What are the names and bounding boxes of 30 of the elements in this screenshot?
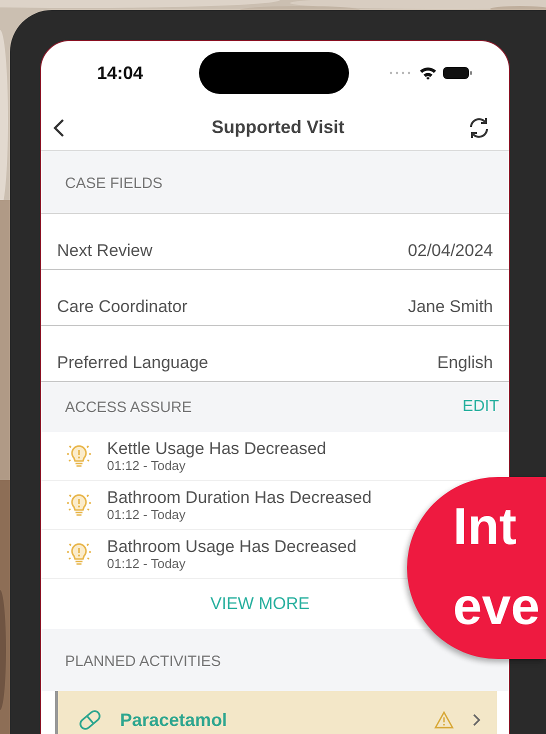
- promo-text: Int: [453, 497, 517, 558]
- field-value: Jane Smith: [408, 297, 493, 317]
- field-value: English: [437, 353, 493, 373]
- activity-name: Paracetamol: [120, 710, 228, 730]
- status-time: 14:04: [97, 62, 144, 84]
- alert-title: Bathroom Usage Has Decreased: [107, 537, 356, 556]
- section-header: ACCESS ASSURE: [65, 398, 192, 416]
- alert-time: 01:12 - Today: [107, 556, 187, 571]
- wifi-icon: [419, 66, 437, 80]
- field-value: 02/04/2024: [408, 241, 493, 261]
- field-label: Next Review: [57, 241, 152, 261]
- section-header: CASE FIELDS: [65, 174, 163, 192]
- field-label: Preferred Language: [57, 353, 208, 373]
- signal-icon: [389, 71, 413, 75]
- alert-title: Bathroom Duration Has Decreased: [107, 488, 372, 507]
- alert-item[interactable]: Bathroom Usage Has Decreased 01:12 - Today: [65, 537, 356, 571]
- battery-icon: [443, 66, 473, 80]
- back-icon: [53, 118, 65, 138]
- pill-icon: [78, 708, 102, 732]
- alert-item[interactable]: Bathroom Duration Has Decreased 01:12 - Today: [65, 488, 372, 522]
- alert-item[interactable]: Kettle Usage Has Decreased 01:12 - Today: [65, 439, 326, 473]
- section-header: PLANNED ACTIVITIES: [65, 652, 221, 670]
- alert-time: 01:12 - Today: [107, 507, 187, 522]
- screen-title: Supported Visit: [212, 117, 344, 138]
- refresh-icon: [467, 116, 491, 140]
- chevron-icon: [472, 713, 481, 727]
- alert-title: Kettle Usage Has Decreased: [107, 439, 326, 458]
- alert-time: 01:12 - Today: [107, 458, 187, 473]
- promo-text: eve: [453, 577, 540, 638]
- field-label: Care Coordinator: [57, 297, 188, 317]
